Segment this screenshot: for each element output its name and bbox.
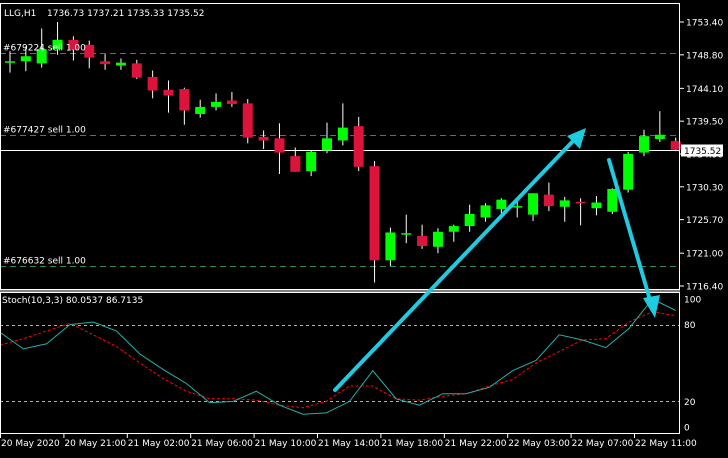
candle-body-37 — [591, 202, 602, 209]
candle-body-35 — [559, 200, 570, 207]
candle-body-30 — [480, 205, 491, 218]
price-tick-label-0: 1753.40 — [686, 19, 723, 29]
candle-body-11 — [179, 89, 190, 111]
price-tick-label-8: 1716.40 — [686, 283, 723, 293]
order-label-0: #679224 sell 1.00 — [3, 44, 86, 54]
candle-body-19 — [306, 151, 317, 172]
trading-chart[interactable]: #679224 sell 1.00 #677427 sell 1.00 #67663… — [0, 0, 728, 458]
candle-body-23 — [369, 166, 380, 261]
time-tick-label-8: 22 May 03:00 — [508, 439, 570, 449]
candle-body-16 — [258, 136, 269, 141]
candle-body-17 — [274, 138, 285, 153]
time-tick-label-6: 21 May 18:00 — [381, 439, 443, 449]
candle-body-12 — [195, 106, 206, 115]
candle-15 — [242, 99, 253, 144]
chart-background — [0, 0, 728, 458]
price-tick-label-6: 1725.70 — [686, 216, 723, 226]
candle-body-28 — [448, 226, 459, 232]
time-tick-label-7: 21 May 22:00 — [445, 439, 507, 449]
stoch-tick-label-2: 20 — [684, 398, 696, 408]
candle-body-41 — [654, 134, 665, 140]
candle-body-34 — [543, 194, 554, 207]
time-tick-label-0: 20 May 2020 — [1, 439, 60, 449]
price-tick-label-7: 1721.00 — [686, 250, 723, 260]
price-tick-label-5: 1730.30 — [686, 183, 723, 193]
candle-body-38 — [607, 188, 618, 212]
candle-body-31 — [496, 199, 507, 209]
time-tick-label-10: 22 May 11:00 — [635, 439, 697, 449]
candle-body-21 — [337, 127, 348, 141]
chart-title: LLG,H1 — [4, 9, 36, 19]
candle-body-25 — [401, 233, 412, 235]
candle-body-10 — [163, 89, 174, 96]
candle-body-27 — [432, 231, 443, 247]
time-tick-label-5: 21 May 14:00 — [318, 439, 380, 449]
candle-body-18 — [290, 156, 301, 172]
candle-body-33 — [528, 193, 539, 215]
candle-body-8 — [131, 63, 142, 78]
candle-body-22 — [353, 126, 364, 167]
price-tick-label-3: 1739.50 — [686, 118, 723, 128]
current-price-tag-text: 1735.52 — [684, 147, 721, 157]
candle-38 — [607, 188, 618, 214]
candle-body-29 — [464, 213, 475, 227]
candle-body-0 — [5, 61, 15, 63]
candle-body-6 — [100, 61, 111, 65]
time-tick-label-2: 21 May 02:00 — [128, 439, 190, 449]
candle-body-26 — [417, 236, 428, 247]
ohlc-readout: 1736.73 1737.21 1735.33 1735.52 — [47, 9, 204, 19]
order-label-1: #677427 sell 1.00 — [3, 126, 86, 136]
candle-body-13 — [211, 101, 222, 107]
stoch-tick-label-1: 80 — [684, 321, 696, 331]
candle-body-15 — [242, 103, 253, 138]
candle-body-14 — [226, 100, 237, 105]
time-tick-label-3: 21 May 06:00 — [191, 439, 253, 449]
candle-body-9 — [147, 76, 158, 91]
candle-body-7 — [115, 62, 126, 66]
candle-body-1 — [20, 56, 31, 62]
price-tick-label-1: 1748.80 — [686, 51, 723, 61]
stoch-tick-label-3: 0 — [684, 424, 690, 434]
stoch-tick-label-0: 100 — [684, 296, 701, 306]
candle-body-24 — [385, 232, 396, 261]
candle-24 — [385, 227, 396, 267]
candle-body-36 — [575, 201, 586, 204]
candle-body-32 — [512, 206, 523, 208]
time-tick-label-9: 22 May 07:00 — [572, 439, 634, 449]
price-tick-label-2: 1744.10 — [686, 85, 723, 95]
candle-body-20 — [322, 138, 332, 151]
stochastic-label: Stoch(10,3,3) 80.0537 86.7135 — [2, 296, 143, 306]
candle-39 — [623, 151, 634, 193]
candle-body-40 — [639, 136, 649, 153]
current-price-tag: 1735.52 — [681, 144, 723, 157]
order-label-2: #676632 sell 1.00 — [3, 257, 86, 267]
candle-body-39 — [623, 154, 634, 190]
time-tick-label-4: 21 May 10:00 — [255, 439, 317, 449]
time-tick-label-1: 20 May 21:00 — [64, 439, 126, 449]
